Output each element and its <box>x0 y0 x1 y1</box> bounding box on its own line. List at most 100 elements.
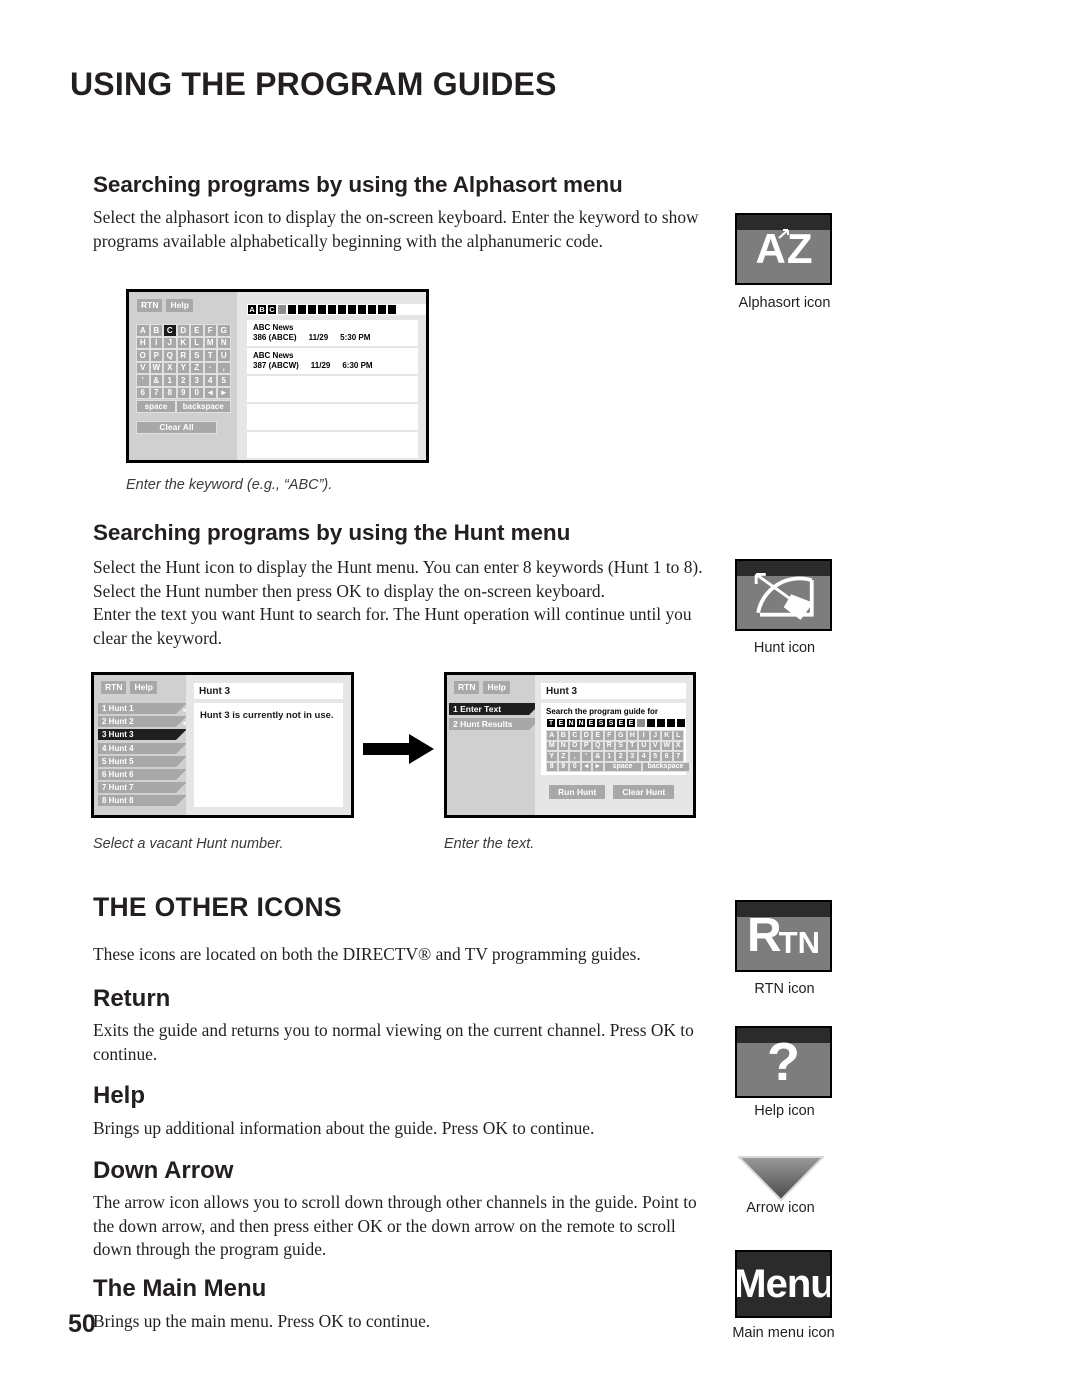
key-N[interactable]: N <box>217 336 231 349</box>
hunt-list-item[interactable]: 3 Hunt 3 <box>98 729 187 741</box>
key-J[interactable]: J <box>649 730 661 741</box>
hunt-right-menu-list[interactable]: 1 Enter Text 2 Hunt Results <box>449 703 541 732</box>
help-button[interactable]: Help <box>483 681 510 694</box>
key-W[interactable]: W <box>661 740 673 751</box>
hunt-list-item[interactable]: 4 Hunt 4 <box>98 742 187 754</box>
key-L[interactable]: L <box>190 336 204 349</box>
key-5[interactable]: 5 <box>649 751 661 762</box>
key-E[interactable]: E <box>190 324 204 337</box>
hunt-list-item[interactable]: 7 Hunt 7 <box>98 782 187 794</box>
key-2[interactable]: 2 <box>176 374 190 387</box>
key-E[interactable]: E <box>592 730 604 741</box>
key-2[interactable]: 2 <box>615 751 627 762</box>
key-'[interactable]: ' <box>580 751 592 762</box>
key-3[interactable]: 3 <box>626 751 638 762</box>
key-R[interactable]: R <box>603 740 615 751</box>
key-&[interactable]: & <box>592 751 604 762</box>
key-,[interactable]: , <box>217 361 231 374</box>
key-H[interactable]: H <box>626 730 638 741</box>
key-V[interactable]: V <box>136 361 150 374</box>
key-9[interactable]: 9 <box>176 386 190 399</box>
key-U[interactable]: U <box>217 349 231 362</box>
rtn-button[interactable]: RTN <box>137 299 163 312</box>
key-3[interactable]: 3 <box>190 374 204 387</box>
key-Z[interactable]: Z <box>557 751 569 762</box>
empty-result-row[interactable] <box>247 432 418 458</box>
key-►[interactable]: ► <box>217 386 231 399</box>
hunt-list-item[interactable]: 2 Hunt 2✓ <box>98 715 192 730</box>
key-7[interactable]: 7 <box>672 751 684 762</box>
key-I[interactable]: I <box>149 336 163 349</box>
backspace-key[interactable]: backspace <box>176 400 231 413</box>
space-key[interactable]: space <box>603 761 642 772</box>
key-B[interactable]: B <box>149 324 163 337</box>
backspace-key[interactable]: backspace <box>641 761 690 772</box>
key-N[interactable]: N <box>557 740 569 751</box>
hunt-menu-item[interactable]: 2 Hunt Results <box>449 717 541 730</box>
rtn-button[interactable]: RTN <box>454 681 480 694</box>
hunt-onscreen-keyboard[interactable]: A B C D E F G H I J K L M N O P Q R S T U V W X Y Z, ' & 1 2 3 4 5 6 7 8 9 0 ◄… <box>546 730 690 772</box>
help-button[interactable]: Help <box>166 299 193 312</box>
key-V[interactable]: V <box>649 740 661 751</box>
key-C[interactable]: C <box>569 730 581 741</box>
alphasort-space-row[interactable]: space backspace <box>136 400 231 413</box>
key-8[interactable]: 8 <box>163 386 177 399</box>
key-0[interactable]: 0 <box>569 761 581 772</box>
key-K[interactable]: K <box>176 336 190 349</box>
key-G[interactable]: G <box>217 324 231 337</box>
key-Q[interactable]: Q <box>592 740 604 751</box>
key-0[interactable]: 0 <box>190 386 204 399</box>
hunt-number-list[interactable]: 1 Hunt 1✓2 Hunt 2✓3 Hunt 3 4 Hunt 4 5 Hunt… <box>98 702 192 809</box>
key-O[interactable]: O <box>569 740 581 751</box>
key-G[interactable]: G <box>615 730 627 741</box>
key-T[interactable]: T <box>203 349 217 362</box>
key-9[interactable]: 9 <box>557 761 569 772</box>
key-Y[interactable]: Y <box>546 751 558 762</box>
key-6[interactable]: 6 <box>661 751 673 762</box>
key-X[interactable]: X <box>672 740 684 751</box>
key-4[interactable]: 4 <box>203 374 217 387</box>
key-Q[interactable]: Q <box>163 349 177 362</box>
key-M[interactable]: M <box>546 740 558 751</box>
key-D[interactable]: D <box>176 324 190 337</box>
run-hunt-button[interactable]: Run Hunt <box>549 785 606 799</box>
key-C[interactable]: C <box>163 324 177 337</box>
key-A[interactable]: A <box>546 730 558 741</box>
hunt-menu-item[interactable]: 1 Enter Text <box>449 703 541 715</box>
key-5[interactable]: 5 <box>217 374 231 387</box>
key-&[interactable]: & <box>149 374 163 387</box>
hunt-list-item[interactable]: 1 Hunt 1✓ <box>98 702 192 717</box>
key-B[interactable]: B <box>557 730 569 741</box>
alphasort-text-entry-field[interactable]: ABC <box>247 304 426 315</box>
key-J[interactable]: J <box>163 336 177 349</box>
key-S[interactable]: S <box>615 740 627 751</box>
key-◄[interactable]: ◄ <box>580 761 592 772</box>
key-O[interactable]: O <box>136 349 150 362</box>
key-8[interactable]: 8 <box>546 761 558 772</box>
clear-hunt-button[interactable]: Clear Hunt <box>613 785 675 799</box>
space-key[interactable]: space <box>136 400 176 413</box>
key-7[interactable]: 7 <box>149 386 163 399</box>
key-S[interactable]: S <box>190 349 204 362</box>
key-U[interactable]: U <box>638 740 650 751</box>
key-W[interactable]: W <box>149 361 163 374</box>
program-result-row[interactable]: ABC News 386 (ABCE) 11/29 5:30 PM <box>247 320 418 346</box>
hunt-text-entry-field[interactable]: TENNESSEE <box>546 718 686 728</box>
hunt-list-item[interactable]: 5 Hunt 5 <box>98 755 187 767</box>
key-F[interactable]: F <box>203 324 217 337</box>
key-L[interactable]: L <box>672 730 684 741</box>
key-D[interactable]: D <box>580 730 592 741</box>
key-P[interactable]: P <box>580 740 592 751</box>
key-6[interactable]: 6 <box>136 386 150 399</box>
key-R[interactable]: R <box>176 349 190 362</box>
key-·[interactable]: · <box>203 361 217 374</box>
key-Z[interactable]: Z <box>190 361 204 374</box>
key-F[interactable]: F <box>603 730 615 741</box>
key-1[interactable]: 1 <box>603 751 615 762</box>
hunt-list-item[interactable]: 8 Hunt 8 <box>98 795 187 807</box>
key-4[interactable]: 4 <box>638 751 650 762</box>
clear-all-button[interactable]: Clear All <box>136 420 217 434</box>
key-T[interactable]: T <box>626 740 638 751</box>
key-,[interactable]: , <box>569 751 581 762</box>
rtn-button[interactable]: RTN <box>101 681 127 694</box>
